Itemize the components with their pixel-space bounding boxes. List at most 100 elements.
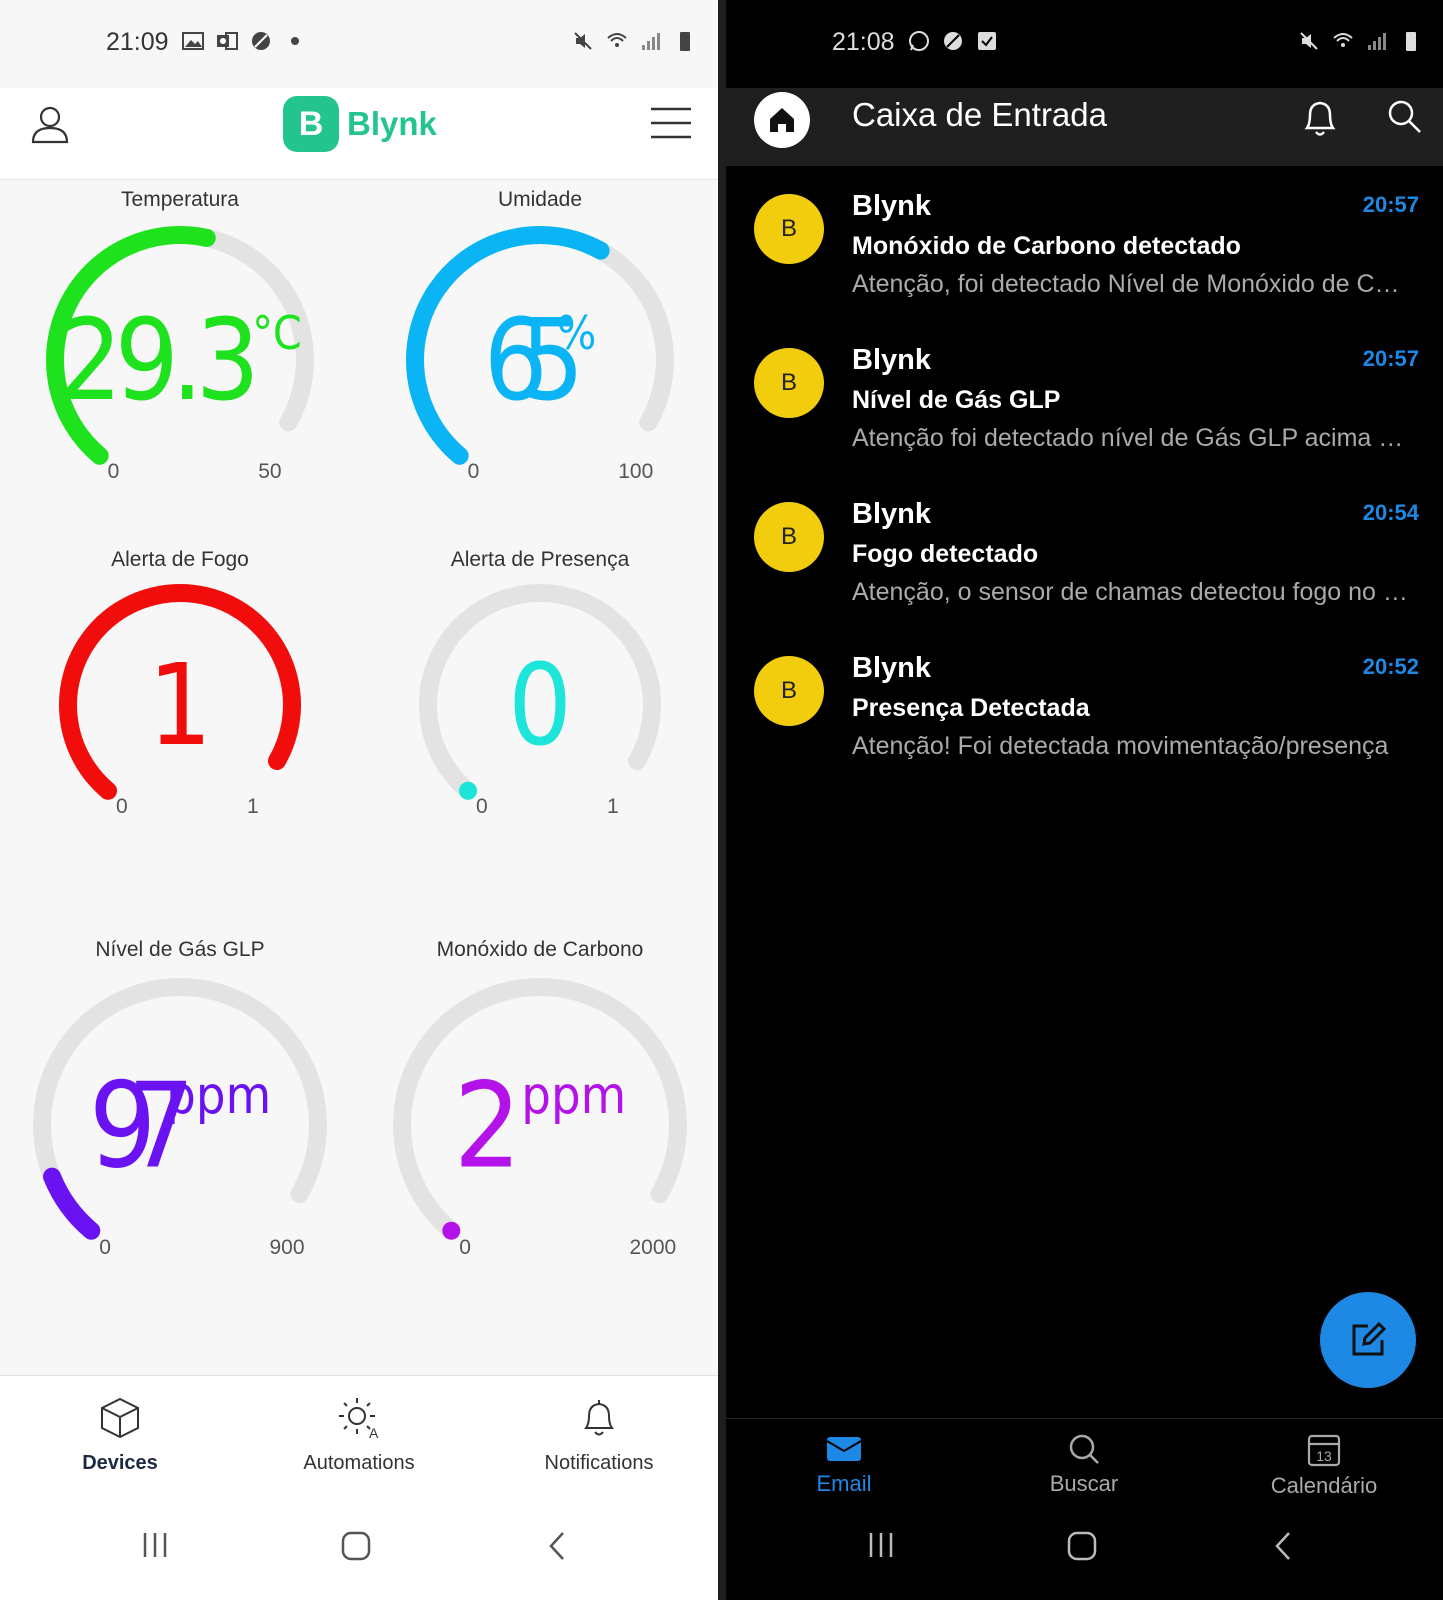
gauge-min-label: 0 <box>107 460 120 483</box>
checkbox-icon <box>978 32 996 50</box>
blynk-app-screen: 21:09 B Blynk Temperatura 29.3°C 0 50 Umidad… <box>0 0 718 1600</box>
email-item[interactable]: B Blynk 20:52 Presença Detectada Atenção… <box>726 628 1443 778</box>
bell-icon <box>584 1400 614 1436</box>
signal-icon <box>642 33 660 50</box>
calendar-day: 13 <box>1316 1448 1332 1464</box>
gauge-max-label: 1 <box>246 795 259 818</box>
email-sender: Blynk <box>852 190 931 222</box>
wifi-icon <box>1333 33 1353 47</box>
email-time: 20:57 <box>1362 192 1419 217</box>
gauge-title: Alerta de Fogo <box>111 548 249 571</box>
email-sender: Blynk <box>852 498 931 530</box>
screen-divider <box>718 0 726 1600</box>
outlook-icon <box>217 32 238 50</box>
gauge-dial: 2ppm <box>393 978 687 1240</box>
status-time: 21:09 <box>106 28 169 56</box>
compose-button[interactable] <box>1320 1292 1416 1388</box>
gauge-min-label: 0 <box>116 795 128 818</box>
email-item[interactable]: B Blynk 20:57 Nível de Gás GLP Atenção f… <box>726 320 1443 470</box>
status-bar: 21:08 <box>726 0 1443 88</box>
status-time: 21:08 <box>832 28 895 56</box>
email-subject: Monóxido de Carbono detectado <box>852 232 1241 260</box>
dot-icon <box>291 37 299 45</box>
email-app-screen: 21:08 Caixa de Entrada B Blynk 20:57 Mon… <box>726 0 1443 1600</box>
email-item[interactable]: B Blynk 20:57 Monóxido de Carbono detect… <box>726 166 1443 316</box>
email-subject: Fogo detectado <box>852 540 1039 568</box>
gauge-unit: °C <box>252 306 302 360</box>
blynk-logo: B Blynk <box>283 96 437 152</box>
signal-icon <box>1368 33 1386 50</box>
nav-automations[interactable]: A Automations <box>259 1396 459 1475</box>
email-time: 20:52 <box>1362 654 1419 679</box>
hamburger-menu-icon[interactable] <box>650 106 692 140</box>
gauge-value: 65% <box>484 296 597 426</box>
back-icon[interactable] <box>1271 1530 1295 1562</box>
back-icon[interactable] <box>545 1530 569 1562</box>
nav-calendar[interactable]: 13 Calendário <box>1224 1433 1424 1499</box>
whatsapp-icon <box>909 31 929 51</box>
logo-text: Blynk <box>347 105 437 142</box>
bell-icon[interactable] <box>1302 98 1338 138</box>
gallery-icon <box>182 32 204 50</box>
app-header: B Blynk <box>0 88 718 180</box>
gauge-dial: 97ppm <box>33 978 327 1240</box>
mute-icon <box>1300 32 1318 50</box>
notification-icons <box>908 30 998 52</box>
gauge-min-label: 0 <box>459 1236 471 1259</box>
nav-devices[interactable]: Devices <box>20 1396 220 1475</box>
search-icon <box>1069 1434 1099 1464</box>
email-preview: Atenção, foi detectado Nível de Monóxido… <box>852 270 1412 298</box>
gauge-value: 2ppm <box>454 1056 627 1194</box>
recent-apps-icon[interactable] <box>140 1530 170 1560</box>
compose-icon <box>1352 1321 1387 1356</box>
bottom-navigation: Devices A Automations Notifications <box>0 1375 718 1500</box>
gauge-title: Alerta de Presença <box>450 548 630 571</box>
email-subject: Presença Detectada <box>852 694 1090 722</box>
nav-label: Buscar <box>1049 1471 1119 1496</box>
gauge-unit: ppm <box>521 1066 626 1126</box>
avatar: B <box>754 656 824 726</box>
wifi-icon <box>607 33 627 47</box>
logo-badge: B <box>283 96 339 152</box>
gauge-number: 2 <box>454 1056 522 1194</box>
battery-icon <box>680 32 690 51</box>
profile-icon[interactable] <box>30 104 70 144</box>
system-status-icons <box>572 30 696 52</box>
email-icon <box>826 1437 862 1461</box>
mute-icon <box>574 32 592 50</box>
nav-search[interactable]: Buscar <box>984 1433 1184 1497</box>
avatar: B <box>754 194 824 264</box>
nav-label: Calendário <box>1270 1473 1378 1498</box>
home-button[interactable] <box>754 92 810 148</box>
gauge-value-arc <box>459 781 478 800</box>
nav-notifications[interactable]: Notifications <box>499 1396 699 1475</box>
gauge-unit: % <box>557 306 596 360</box>
nav-label: Email <box>816 1471 872 1496</box>
search-icon[interactable] <box>1386 98 1422 138</box>
gauge-min-label: 0 <box>467 460 480 483</box>
system-navigation-bar <box>0 1500 718 1600</box>
gauge-title: Monóxido de Carbono <box>436 938 644 961</box>
gauge-value: 1 <box>148 641 212 771</box>
home-icon[interactable] <box>1066 1530 1098 1562</box>
email-preview: Atenção, o sensor de chamas detectou fog… <box>852 578 1412 606</box>
email-sender: Blynk <box>852 652 931 684</box>
svg-text:A: A <box>369 1425 379 1440</box>
email-item[interactable]: B Blynk 20:54 Fogo detectado Atenção, o … <box>726 474 1443 624</box>
email-preview: Atenção foi detectado nível de Gás GLP a… <box>852 424 1412 452</box>
gauge-number: 0 <box>508 641 572 771</box>
gauge-max-label: 2000 <box>629 1236 677 1259</box>
gauge-title: Nível de Gás GLP <box>95 938 265 961</box>
gauge-title: Umidade <box>497 188 583 211</box>
recent-apps-icon[interactable] <box>866 1530 896 1560</box>
gauge-number: 29.3 <box>58 296 260 426</box>
nav-label: Automations <box>303 1452 415 1474</box>
battery-icon <box>1406 32 1416 51</box>
nav-email[interactable]: Email <box>744 1433 944 1497</box>
gauge-max-label: 50 <box>258 460 282 483</box>
email-subject: Nível de Gás GLP <box>852 386 1061 414</box>
gauge-dial: 0 <box>419 584 661 800</box>
home-icon[interactable] <box>340 1530 372 1562</box>
bottom-navigation: Email Buscar 13 Calendário <box>726 1418 1443 1500</box>
email-preview: Atenção! Foi detectada movimentação/pres… <box>852 732 1389 760</box>
